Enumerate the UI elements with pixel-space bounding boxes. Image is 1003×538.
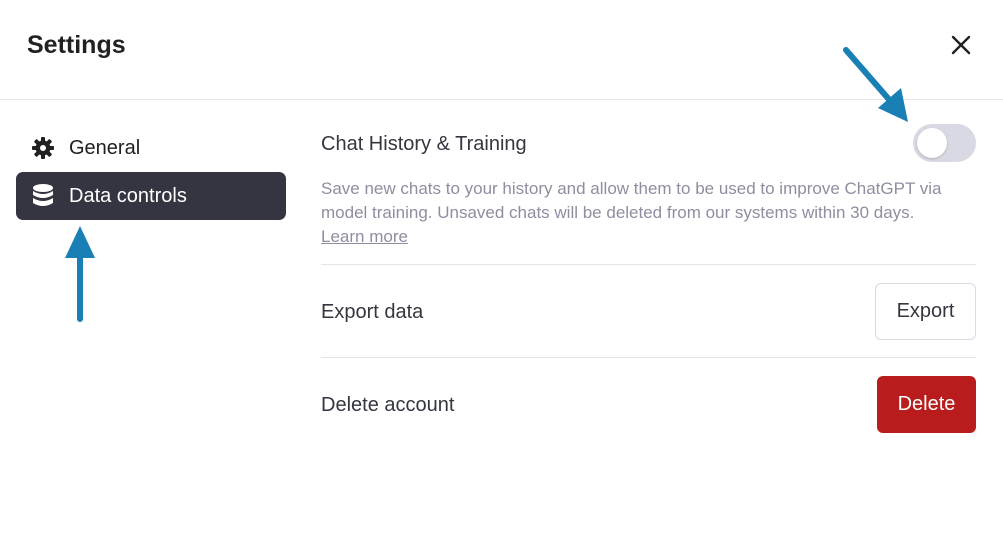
export-label: Export data (321, 301, 424, 323)
delete-button[interactable]: Delete (877, 376, 976, 433)
export-setting-row: Export data Export (321, 265, 976, 358)
close-icon (951, 35, 971, 55)
sidebar-item-label: General (69, 136, 141, 159)
dialog-title: Settings (27, 31, 126, 59)
delete-setting-row: Delete account Delete (321, 358, 976, 451)
history-toggle[interactable] (913, 124, 976, 162)
close-button[interactable] (944, 28, 978, 62)
history-description-text: Save new chats to your history and allow… (321, 179, 942, 222)
settings-dialog: Settings General Data controls Chat Hist… (0, 0, 1003, 538)
learn-more-link[interactable]: Learn more (321, 227, 408, 246)
sidebar-item-data-controls[interactable]: Data controls (16, 172, 286, 220)
sidebar-item-general[interactable]: General (16, 124, 286, 172)
export-button[interactable]: Export (875, 283, 976, 340)
data-controls-panel: Chat History & Training Save new chats t… (321, 100, 976, 451)
annotation-arrow-diagonal (843, 47, 908, 122)
history-description: Save new chats to your history and allow… (321, 177, 976, 249)
toggle-knob (917, 128, 947, 158)
gear-icon (30, 135, 56, 161)
delete-label: Delete account (321, 394, 455, 416)
settings-sidebar: General Data controls (16, 124, 286, 220)
history-label: Chat History & Training (321, 133, 527, 155)
database-icon (30, 183, 56, 209)
annotation-arrow-up (65, 226, 95, 322)
sidebar-item-label: Data controls (69, 184, 187, 207)
